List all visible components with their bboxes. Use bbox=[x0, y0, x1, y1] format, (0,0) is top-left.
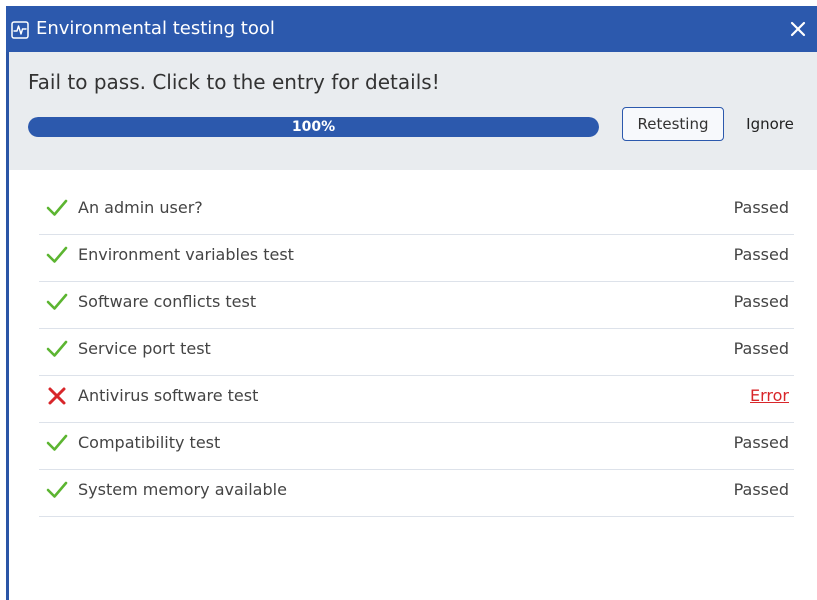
check-icon bbox=[45, 432, 69, 454]
error-link[interactable]: Error bbox=[750, 385, 789, 407]
test-label: Environment variables test bbox=[78, 245, 294, 264]
title-bar[interactable]: Environmental testing tool bbox=[6, 6, 817, 52]
close-icon[interactable] bbox=[787, 18, 809, 40]
test-status: Passed bbox=[733, 245, 789, 264]
test-row[interactable]: An admin user? Passed bbox=[39, 188, 794, 235]
test-label: Antivirus software test bbox=[78, 386, 259, 405]
test-row[interactable]: Environment variables test Passed bbox=[39, 235, 794, 282]
ignore-button[interactable]: Ignore bbox=[742, 107, 798, 141]
test-status: Passed bbox=[733, 480, 789, 499]
test-label: System memory available bbox=[78, 480, 287, 499]
check-icon bbox=[45, 338, 69, 360]
check-icon bbox=[45, 479, 69, 501]
check-icon bbox=[45, 244, 69, 266]
test-row[interactable]: Antivirus software test Error bbox=[39, 376, 794, 423]
test-label: Compatibility test bbox=[78, 433, 221, 452]
check-icon bbox=[45, 197, 69, 219]
window-title: Environmental testing tool bbox=[36, 18, 275, 39]
status-header: Fail to pass. Click to the entry for det… bbox=[9, 52, 817, 170]
retesting-button[interactable]: Retesting bbox=[622, 107, 724, 141]
test-row[interactable]: Software conflicts test Passed bbox=[39, 282, 794, 329]
test-label: Software conflicts test bbox=[78, 292, 257, 311]
pulse-monitor-icon bbox=[11, 21, 29, 39]
test-status: Passed bbox=[733, 292, 789, 311]
test-label: Service port test bbox=[78, 339, 211, 358]
test-status: Passed bbox=[733, 433, 789, 452]
test-status: Passed bbox=[733, 339, 789, 358]
check-icon bbox=[45, 291, 69, 313]
test-list: An admin user? Passed Environment variable… bbox=[39, 188, 794, 517]
test-row[interactable]: Compatibility test Passed bbox=[39, 423, 794, 470]
test-status: Passed bbox=[733, 198, 789, 217]
cross-icon bbox=[45, 385, 69, 407]
test-row[interactable]: Service port test Passed bbox=[39, 329, 794, 376]
status-message: Fail to pass. Click to the entry for det… bbox=[28, 70, 440, 94]
test-label: An admin user? bbox=[78, 198, 203, 217]
progress-bar: 100% bbox=[28, 117, 599, 137]
progress-label: 100% bbox=[291, 119, 336, 135]
environment-test-dialog: Environmental testing tool Fail to pass.… bbox=[6, 6, 817, 600]
test-row[interactable]: System memory available Passed bbox=[39, 470, 794, 517]
